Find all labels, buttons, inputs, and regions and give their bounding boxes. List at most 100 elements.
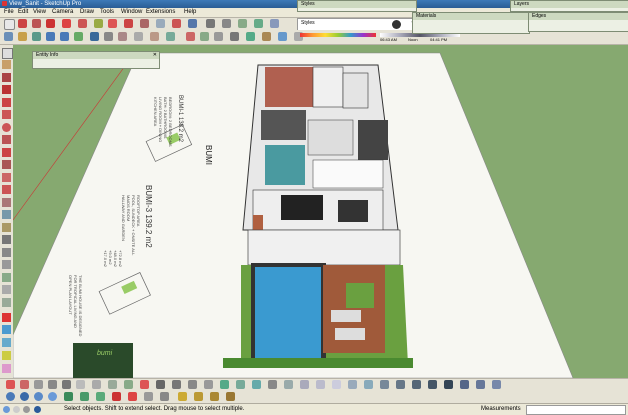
scene-14-icon[interactable] (492, 380, 501, 389)
wireframe-icon[interactable] (104, 32, 113, 41)
stamp-icon[interactable] (48, 380, 57, 389)
geo-status-icon[interactable] (3, 406, 10, 413)
drape-icon[interactable] (62, 380, 71, 389)
camera-icon[interactable] (392, 20, 401, 29)
solid-icon[interactable] (214, 32, 223, 41)
pushpull-tool-icon[interactable] (2, 148, 11, 157)
menu-window[interactable]: Window (121, 8, 142, 17)
photo-texture-icon[interactable] (48, 392, 57, 401)
rotate-icon[interactable] (108, 19, 117, 28)
pan-icon[interactable] (222, 19, 231, 28)
shadow-icon[interactable] (278, 32, 287, 41)
back-view-icon[interactable] (60, 32, 69, 41)
menu-file[interactable]: File (4, 8, 14, 17)
polygon-tool-icon[interactable] (2, 123, 11, 132)
shape-icon[interactable] (62, 19, 71, 28)
outer-shell-icon[interactable] (220, 380, 229, 389)
warehouse-get-icon[interactable] (80, 392, 89, 401)
group-icon[interactable] (200, 32, 209, 41)
front-view-icon[interactable] (32, 32, 41, 41)
section-plane-icon[interactable] (108, 380, 117, 389)
rectangle-tool-icon[interactable] (2, 98, 11, 107)
scene-7-icon[interactable] (380, 380, 389, 389)
axes-tool-icon[interactable] (2, 235, 11, 244)
dynamic-icon[interactable] (236, 380, 245, 389)
orbit-tool-icon[interactable] (2, 248, 11, 257)
subtract-icon[interactable] (172, 380, 181, 389)
flip-edge-icon[interactable] (92, 380, 101, 389)
paint-icon[interactable] (188, 19, 197, 28)
tape-icon[interactable] (156, 19, 165, 28)
zoom-icon[interactable] (238, 19, 247, 28)
left-view-icon[interactable] (74, 32, 83, 41)
scale-tool-icon[interactable] (2, 185, 11, 194)
geo-location-icon[interactable] (20, 392, 29, 401)
plugin-5-icon[interactable] (210, 392, 219, 401)
arc-icon[interactable] (46, 19, 55, 28)
section-display-icon[interactable] (124, 380, 133, 389)
menu-camera[interactable]: Camera (52, 8, 73, 17)
scene-3-icon[interactable] (316, 380, 325, 389)
hidden-line-icon[interactable] (118, 32, 127, 41)
sandbox-from-contours-icon[interactable] (6, 380, 15, 389)
ruby-console-icon[interactable] (128, 392, 137, 401)
text-icon[interactable] (172, 19, 181, 28)
layout-icon[interactable] (262, 32, 271, 41)
scene-11-icon[interactable] (444, 380, 453, 389)
offset-icon[interactable] (140, 19, 149, 28)
smoove-icon[interactable] (34, 380, 43, 389)
iso-view-icon[interactable] (4, 32, 13, 41)
terrain-icon[interactable] (34, 392, 43, 401)
right-view-icon[interactable] (46, 32, 55, 41)
scene-12-icon[interactable] (460, 380, 469, 389)
zoom-extents-icon[interactable] (254, 19, 263, 28)
plugin-6-icon[interactable] (226, 392, 235, 401)
plugin-3-icon[interactable] (178, 392, 187, 401)
scene-13-icon[interactable] (476, 380, 485, 389)
scene-5-icon[interactable] (348, 380, 357, 389)
water-tool-icon[interactable] (2, 325, 11, 334)
info-icon[interactable] (34, 406, 41, 413)
eraser-icon[interactable] (18, 19, 27, 28)
move-icon[interactable] (94, 19, 103, 28)
top-view-icon[interactable] (18, 32, 27, 41)
add-detail-icon[interactable] (76, 380, 85, 389)
menu-help[interactable]: Help (184, 8, 196, 17)
close-icon[interactable]: ✕ (153, 52, 157, 59)
menu-extensions[interactable]: Extensions (146, 8, 175, 17)
rotate-tool-icon[interactable] (2, 173, 11, 182)
tape-tool-icon[interactable] (2, 210, 11, 219)
xray-icon[interactable] (90, 32, 99, 41)
scene-1-icon[interactable] (284, 380, 293, 389)
split-icon[interactable] (204, 380, 213, 389)
select-tool-icon[interactable] (4, 19, 15, 30)
component-icon[interactable] (186, 32, 195, 41)
scene-4-icon[interactable] (332, 380, 341, 389)
zoom-tool-icon[interactable] (2, 273, 11, 282)
lamp-tool-icon[interactable] (2, 351, 11, 360)
pan-tool-icon[interactable] (2, 260, 11, 269)
warehouse-share-icon[interactable] (64, 392, 73, 401)
line-tool-icon[interactable] (2, 85, 11, 94)
trim-icon[interactable] (188, 380, 197, 389)
drawing-viewport[interactable]: BUMI-1 138.2 m2 BEDROOM: 2 BEDROOMS BATH… (13, 45, 628, 378)
scene-2-icon[interactable] (300, 380, 309, 389)
intersect-icon[interactable] (140, 380, 149, 389)
protractor-tool-icon[interactable] (2, 223, 11, 232)
plugin-4-icon[interactable] (194, 392, 203, 401)
menu-draw[interactable]: Draw (80, 8, 94, 17)
help-icon[interactable] (23, 406, 30, 413)
warehouse-icon[interactable] (230, 32, 239, 41)
scale-icon[interactable] (124, 19, 133, 28)
monochrome-icon[interactable] (166, 32, 175, 41)
menu-edit[interactable]: Edit (18, 8, 28, 17)
sandbox-tool-icon[interactable] (2, 313, 11, 322)
scene-10-icon[interactable] (428, 380, 437, 389)
lookaround-tool-icon[interactable] (2, 298, 11, 307)
credits-icon[interactable] (13, 406, 20, 413)
month-slider[interactable] (300, 33, 376, 37)
options-icon[interactable] (268, 380, 277, 389)
pencil-tool-icon[interactable] (2, 73, 11, 82)
scene-6-icon[interactable] (364, 380, 373, 389)
scene-8-icon[interactable] (396, 380, 405, 389)
